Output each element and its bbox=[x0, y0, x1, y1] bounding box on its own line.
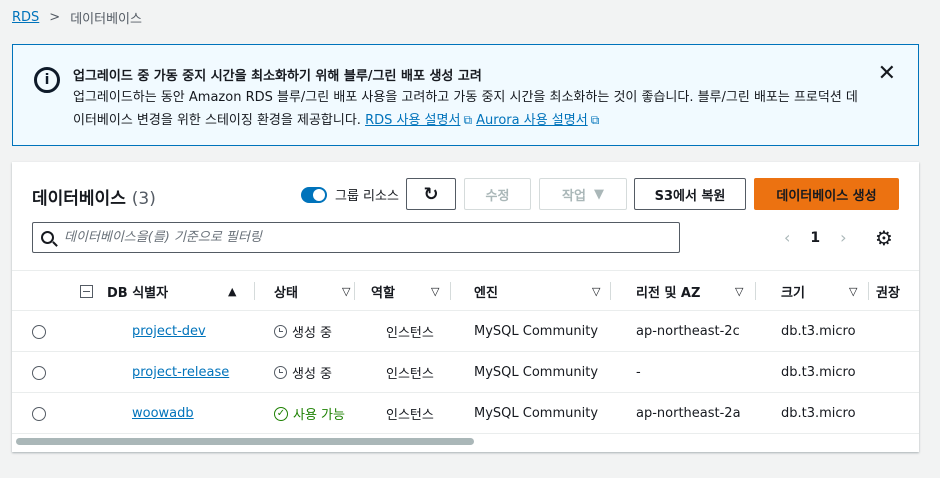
gear-icon[interactable]: ⚙ bbox=[875, 226, 893, 250]
alert-body-line2: 이터베이스 변경을 위한 스테이징 환경을 제공합니다. bbox=[73, 113, 361, 128]
role-cell: 인스턴스 bbox=[386, 367, 434, 382]
db-identifier-link[interactable]: project-release bbox=[132, 365, 229, 380]
role-cell: 인스턴스 bbox=[386, 408, 434, 423]
create-database-label: 데이터베이스 생성 bbox=[776, 188, 877, 204]
size-cell: db.t3.micro bbox=[781, 406, 856, 421]
external-link-icon: ⧉ bbox=[463, 113, 473, 127]
clock-icon bbox=[274, 325, 287, 338]
panel-title-text: 데이터베이스 bbox=[32, 189, 126, 209]
filter-triangle-icon: ▽ bbox=[342, 284, 351, 298]
engine-cell: MySQL Community bbox=[474, 365, 599, 380]
actions-label: 작업 bbox=[562, 188, 586, 204]
panel-title: 데이터베이스 (3) bbox=[32, 184, 156, 209]
chevron-right-icon: > bbox=[49, 10, 61, 25]
external-link-icon: ⧉ bbox=[590, 113, 600, 127]
group-resources-label: 그룹 리소스 bbox=[335, 189, 399, 204]
horizontal-scrollbar[interactable] bbox=[16, 438, 474, 445]
breadcrumb-current: 데이터베이스 bbox=[70, 12, 142, 27]
chevron-left-icon[interactable]: ‹ bbox=[784, 228, 790, 247]
filter-input[interactable] bbox=[64, 230, 644, 245]
filter-search-box[interactable] bbox=[32, 222, 680, 253]
rds-guide-link[interactable]: RDS 사용 설명서 bbox=[365, 113, 460, 128]
actions-button[interactable]: 작업 ▼ bbox=[539, 178, 627, 210]
breadcrumb: RDS > 데이터베이스 bbox=[12, 8, 142, 27]
sort-asc-icon: ▲ bbox=[228, 284, 237, 298]
db-identifier-link[interactable]: woowadb bbox=[132, 406, 194, 421]
select-all-checkbox[interactable] bbox=[80, 284, 93, 298]
refresh-icon: ↻ bbox=[423, 183, 439, 205]
status-badge: ✓ 사용 가능 bbox=[274, 393, 345, 434]
alert-body-line1: 업그레이드하는 동안 Amazon RDS 블루/그린 배포 사용을 고려하고 … bbox=[73, 90, 858, 105]
caret-down-icon: ▼ bbox=[593, 186, 604, 202]
row-radio[interactable] bbox=[32, 311, 46, 352]
column-role[interactable]: 역할 ▽ bbox=[355, 271, 451, 311]
alert-body: 업그레이드하는 동안 Amazon RDS 블루/그린 배포 사용을 고려하고 … bbox=[73, 87, 873, 132]
close-icon[interactable]: ✕ bbox=[878, 63, 896, 85]
databases-panel: 데이터베이스 (3) 그룹 리소스 ↻ 수정 작업 ▼ S3에서 복원 데이터베… bbox=[12, 162, 919, 452]
breadcrumb-rds-link[interactable]: RDS bbox=[12, 10, 39, 25]
toggle-switch[interactable] bbox=[301, 186, 327, 203]
restore-s3-label: S3에서 복원 bbox=[654, 188, 726, 204]
aurora-guide-link[interactable]: Aurora 사용 설명서 bbox=[476, 113, 588, 128]
filter-triangle-icon: ▽ bbox=[849, 284, 858, 298]
region-cell: ap-northeast-2c bbox=[636, 324, 740, 339]
edit-label: 수정 bbox=[485, 188, 510, 204]
status-badge: 생성 중 bbox=[274, 311, 332, 352]
restore-from-s3-button[interactable]: S3에서 복원 bbox=[634, 178, 746, 210]
filter-triangle-icon: ▽ bbox=[431, 284, 440, 298]
column-status[interactable]: 상태 ▽ bbox=[255, 271, 355, 311]
edit-button[interactable]: 수정 bbox=[464, 178, 531, 210]
info-alert: i 업그레이드 중 가동 중지 시간을 최소화하기 위해 블루/그린 배포 생성… bbox=[12, 44, 919, 146]
engine-cell: MySQL Community bbox=[474, 324, 599, 339]
region-cell: ap-northeast-2a bbox=[636, 406, 741, 421]
table-row[interactable]: woowadb ✓ 사용 가능 인스턴스 MySQL Community ap-n… bbox=[12, 393, 919, 434]
page-number[interactable]: 1 bbox=[810, 230, 820, 246]
size-cell: db.t3.micro bbox=[781, 324, 856, 339]
column-engine[interactable]: 엔진 ▽ bbox=[451, 271, 611, 311]
create-database-button[interactable]: 데이터베이스 생성 bbox=[754, 178, 899, 210]
filter-triangle-icon: ▽ bbox=[735, 284, 744, 298]
search-icon bbox=[41, 231, 54, 244]
row-radio[interactable] bbox=[32, 352, 46, 393]
column-db-identifier[interactable]: DB 식별자 ▲ bbox=[80, 271, 255, 311]
check-circle-icon: ✓ bbox=[274, 406, 288, 421]
role-cell: 인스턴스 bbox=[386, 326, 434, 341]
db-identifier-link[interactable]: project-dev bbox=[132, 324, 206, 339]
engine-cell: MySQL Community bbox=[474, 406, 599, 421]
column-region-az[interactable]: 리전 및 AZ ▽ bbox=[611, 271, 756, 311]
db-count: (3) bbox=[131, 189, 156, 209]
table-header: DB 식별자 ▲ 상태 ▽ 역할 ▽ 엔진 ▽ 리전 및 AZ ▽ 크기 ▽ 권… bbox=[12, 270, 919, 311]
region-cell: - bbox=[636, 365, 641, 380]
info-icon: i bbox=[34, 67, 60, 93]
column-size[interactable]: 크기 ▽ bbox=[756, 271, 869, 311]
filter-triangle-icon: ▽ bbox=[592, 284, 601, 298]
size-cell: db.t3.micro bbox=[781, 365, 856, 380]
column-recommendations[interactable]: 권장 bbox=[869, 271, 919, 311]
chevron-right-icon[interactable]: › bbox=[840, 228, 846, 247]
table-row[interactable]: project-release 생성 중 인스턴스 MySQL Communit… bbox=[12, 352, 919, 393]
status-badge: 생성 중 bbox=[274, 352, 332, 393]
pagination: ‹ 1 › bbox=[784, 228, 847, 247]
refresh-button[interactable]: ↻ bbox=[406, 178, 456, 210]
clock-icon bbox=[274, 366, 287, 379]
row-radio[interactable] bbox=[32, 393, 46, 434]
group-resources-toggle[interactable]: 그룹 리소스 bbox=[301, 185, 399, 204]
table-row[interactable]: project-dev 생성 중 인스턴스 MySQL Community ap… bbox=[12, 311, 919, 352]
alert-title: 업그레이드 중 가동 중지 시간을 최소화하기 위해 블루/그린 배포 생성 고… bbox=[73, 69, 482, 84]
